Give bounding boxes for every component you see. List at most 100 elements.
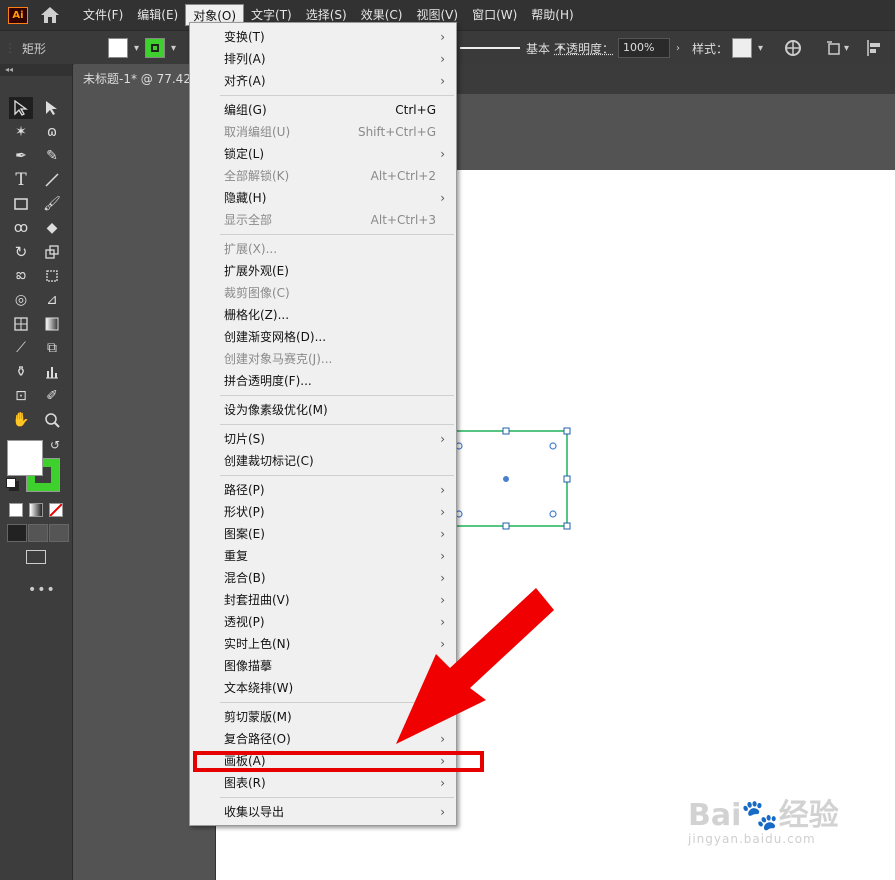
menu-item-label: 切片(S) (224, 432, 265, 446)
object-menu-item[interactable]: 图表(R) › (190, 772, 456, 794)
home-icon[interactable] (40, 5, 60, 25)
menu-item[interactable]: 文件(F) (76, 4, 130, 26)
selected-rectangle[interactable] (440, 424, 580, 536)
pen-tool-icon[interactable]: ✒ (9, 145, 33, 167)
color-mode-icon[interactable] (9, 503, 23, 517)
draw-inside-icon[interactable] (49, 524, 69, 542)
zoom-tool-icon[interactable] (40, 409, 64, 431)
object-menu-item[interactable]: 对齐(A) › (190, 70, 456, 92)
menu-item-label: 显示全部 (224, 213, 273, 227)
warp-tool-icon[interactable]: ఐ (9, 265, 33, 287)
stroke-style-label[interactable]: 基本 (526, 40, 550, 57)
chevron-down-icon[interactable]: ▾ (844, 43, 849, 54)
stroke-swatch[interactable] (145, 38, 166, 58)
transform-icon[interactable] (826, 39, 844, 57)
menu-item-label: 取消编组(U) (224, 125, 291, 139)
object-menu-item[interactable]: 混合(B) › (190, 567, 456, 589)
menu-item-label: 收集以导出 (224, 805, 285, 819)
menu-item-label: 排列(A) (224, 52, 266, 66)
draw-normal-icon[interactable] (7, 524, 27, 542)
object-menu-item[interactable]: 扩展(X)... (190, 238, 456, 260)
chevron-right-icon: › (440, 483, 445, 497)
default-colors-icon[interactable] (6, 478, 16, 488)
menu-item-label: 创建裁切标记(C) (224, 454, 314, 468)
symbol-sprayer-tool-icon[interactable]: ⚱ (9, 361, 33, 383)
paw-icon: 🐾 (741, 798, 779, 833)
object-menu-item[interactable]: 显示全部 Alt+Ctrl+3 (190, 209, 456, 231)
chevron-down-icon[interactable]: ▾ (134, 43, 139, 54)
menu-item-shortcut: Alt+Ctrl+3 (370, 213, 436, 227)
lasso-tool-icon[interactable]: ɷ (40, 121, 64, 143)
paintbrush-tool-icon[interactable]: 🖌 (40, 193, 64, 215)
free-transform-tool-icon[interactable] (40, 265, 64, 287)
object-menu-item[interactable]: 锁定(L) › (190, 143, 456, 165)
collapse-icon[interactable]: ◂◂ (0, 64, 72, 76)
object-menu-item[interactable]: 创建对象马赛克(J)... (190, 348, 456, 370)
align-icon[interactable] (866, 39, 884, 57)
shape-builder-tool-icon[interactable]: ◎ (9, 289, 33, 311)
mesh-tool-icon[interactable] (9, 313, 33, 335)
hand-tool-icon[interactable]: ✋ (9, 409, 33, 431)
blend-tool-icon[interactable]: ⧉ (40, 337, 64, 359)
swap-colors-icon[interactable]: ↺ (50, 438, 60, 452)
fill-swatch[interactable] (108, 38, 128, 58)
scale-tool-icon[interactable] (40, 241, 64, 263)
chevron-down-icon[interactable]: ▾ (171, 43, 176, 54)
screen-mode-icon[interactable] (26, 550, 46, 564)
object-menu-item[interactable]: 扩展外观(E) (190, 260, 456, 282)
column-graph-tool-icon[interactable] (40, 361, 64, 383)
curvature-tool-icon[interactable]: ✎ (40, 145, 64, 167)
object-menu-item[interactable]: 路径(P) › (190, 479, 456, 501)
direct-selection-tool-icon[interactable] (40, 97, 64, 119)
line-tool-icon[interactable] (40, 169, 64, 191)
object-menu-item[interactable]: 图案(E) › (190, 523, 456, 545)
more-tools-icon[interactable]: ••• (28, 582, 56, 598)
fill-color-swatch[interactable] (7, 440, 43, 476)
type-tool-icon[interactable]: T (9, 169, 33, 191)
object-menu-item[interactable]: 切片(S) › (190, 428, 456, 450)
object-menu-item[interactable]: 收集以导出 › (190, 801, 456, 823)
menu-item[interactable]: 编辑(E) (130, 4, 185, 26)
draw-behind-icon[interactable] (28, 524, 48, 542)
object-menu-item[interactable]: 排列(A) › (190, 48, 456, 70)
rotate-tool-icon[interactable]: ↻ (9, 241, 33, 263)
eraser-tool-icon[interactable]: ◆ (40, 217, 64, 239)
opacity-input[interactable]: 100% (618, 38, 671, 58)
object-menu-item[interactable]: 取消编组(U) Shift+Ctrl+G (190, 121, 456, 143)
artboard-tool-icon[interactable]: ⊡ (9, 385, 33, 407)
menu-item-label: 透视(P) (224, 615, 265, 629)
object-menu-item[interactable]: 全部解锁(K) Alt+Ctrl+2 (190, 165, 456, 187)
slice-tool-icon[interactable]: ✐ (40, 385, 64, 407)
rectangle-tool-icon[interactable] (9, 193, 33, 215)
object-menu-item[interactable]: 重复 › (190, 545, 456, 567)
chevron-right-icon: › (440, 505, 445, 519)
recolor-icon[interactable] (784, 39, 802, 57)
object-menu-item[interactable]: 隐藏(H) › (190, 187, 456, 209)
gradient-mode-icon[interactable] (29, 503, 43, 517)
object-menu-item[interactable]: 裁剪图像(C) (190, 282, 456, 304)
none-mode-icon[interactable] (49, 503, 63, 517)
style-swatch[interactable] (732, 38, 753, 58)
menu-item-label: 创建渐变网格(D)... (224, 330, 327, 344)
menu-item[interactable]: 窗口(W) (465, 4, 524, 26)
selection-tool-icon[interactable] (9, 97, 33, 119)
object-menu-item[interactable]: 形状(P) › (190, 501, 456, 523)
gradient-tool-icon[interactable] (40, 313, 64, 335)
magic-wand-tool-icon[interactable]: ✶ (9, 121, 33, 143)
perspective-grid-tool-icon[interactable]: ⊿ (40, 289, 64, 311)
object-menu-item[interactable]: 编组(G) Ctrl+G (190, 99, 456, 121)
object-menu-item[interactable]: 创建渐变网格(D)... (190, 326, 456, 348)
chevron-down-icon[interactable]: ▾ (758, 43, 763, 54)
menu-item[interactable]: 帮助(H) (524, 4, 580, 26)
object-menu-item[interactable]: 设为像素级优化(M) (190, 399, 456, 421)
opacity-label[interactable]: 不透明度： (554, 40, 614, 57)
object-menu-item[interactable]: 栅格化(Z)... (190, 304, 456, 326)
eyedropper-tool-icon[interactable]: ⟋ (9, 337, 33, 359)
object-menu-item[interactable]: 创建裁切标记(C) (190, 450, 456, 472)
stroke-inner-icon (151, 44, 160, 52)
chevron-right-icon[interactable]: › (676, 43, 680, 54)
object-menu-item[interactable]: 拼合透明度(F)... (190, 370, 456, 392)
shaper-tool-icon[interactable]: ꝏ (9, 217, 33, 239)
object-menu-item[interactable]: 变换(T) › (190, 26, 456, 48)
highlight-box (193, 751, 484, 772)
